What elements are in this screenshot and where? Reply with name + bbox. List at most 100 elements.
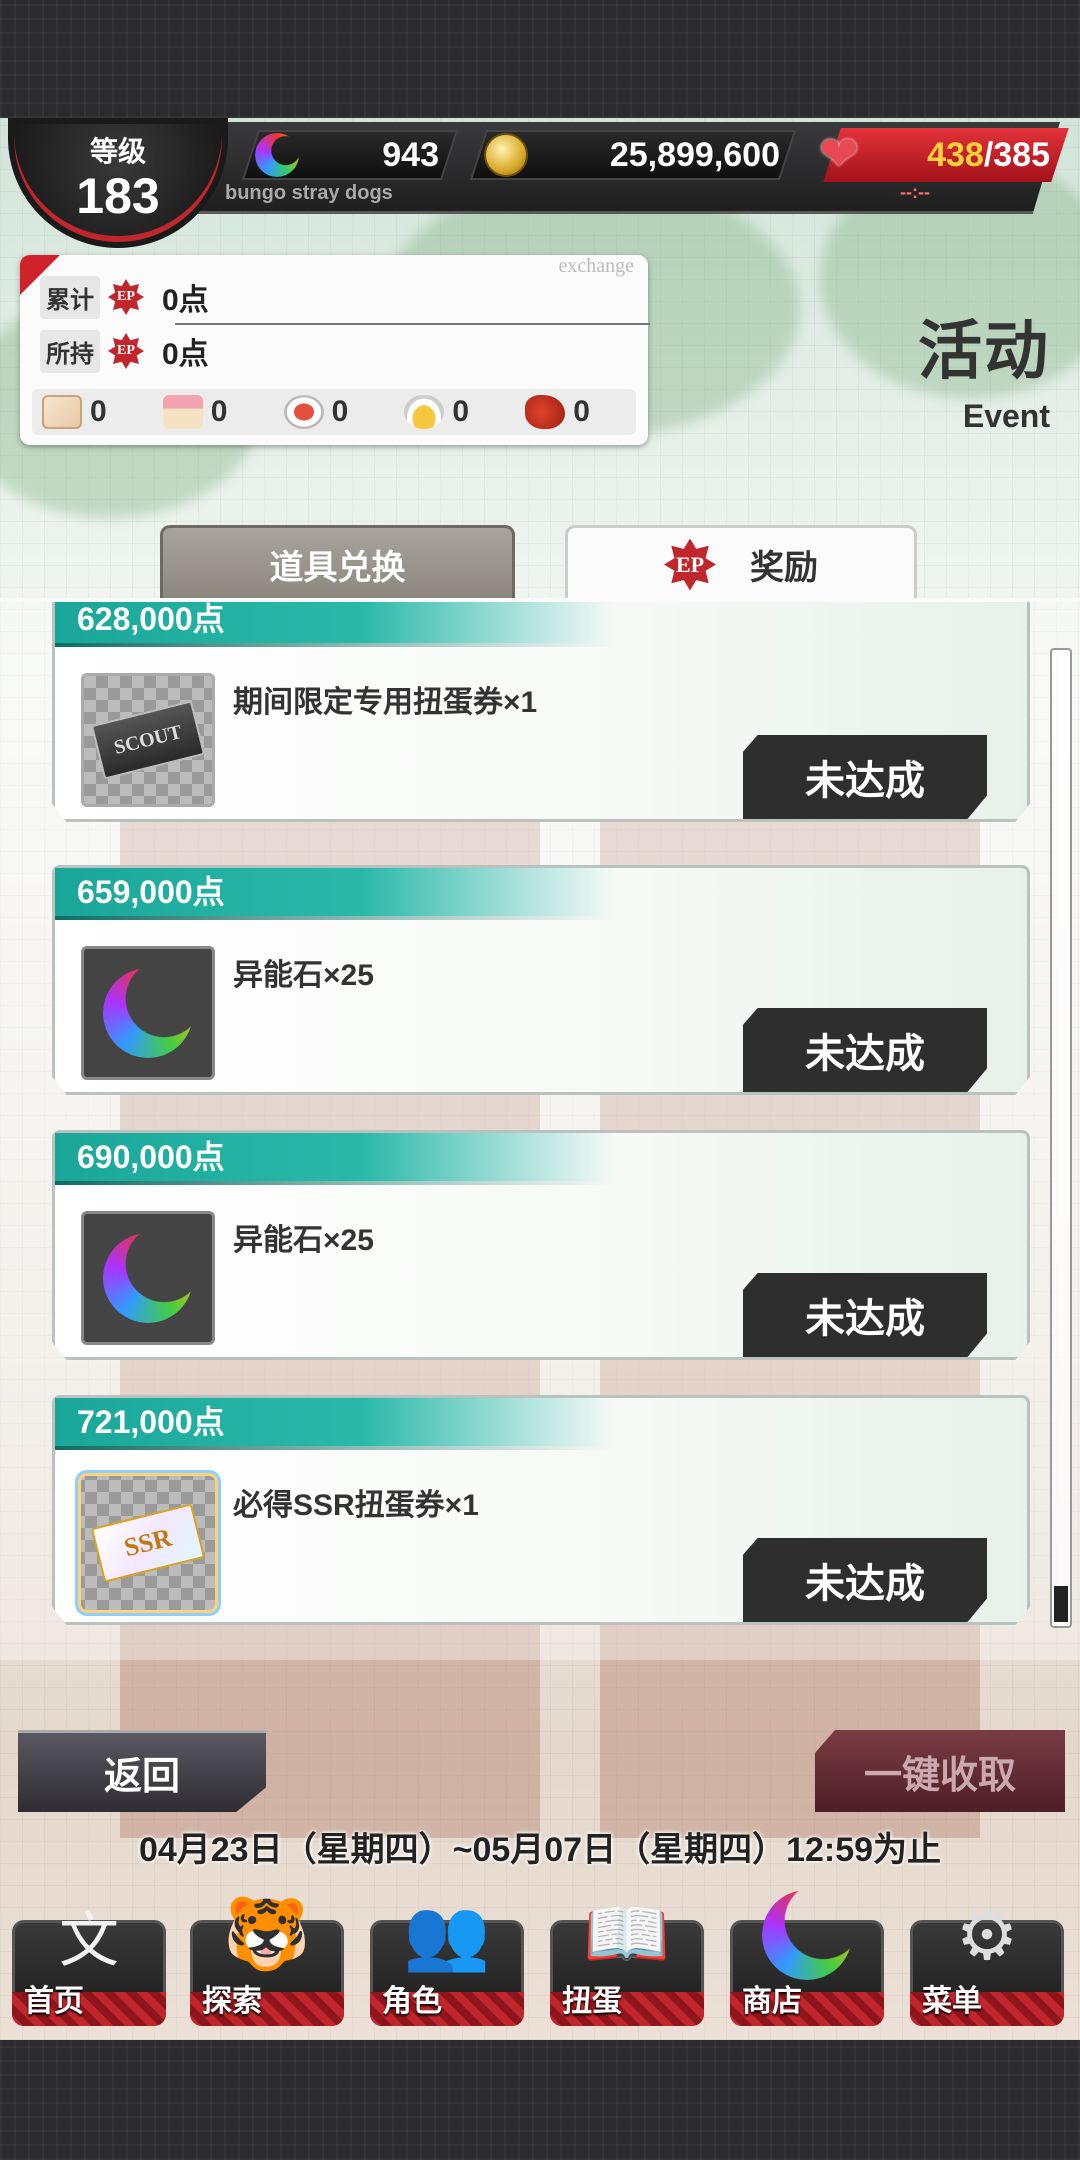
not-achieved-button[interactable]: 未达成 [743,1538,987,1622]
ep-icon: EP [108,333,144,369]
not-achieved-button[interactable]: 未达成 [743,735,987,819]
people-icon: 👥 [403,1895,491,1973]
not-achieved-button[interactable]: 未达成 [743,1273,987,1357]
not-achieved-button[interactable]: 未达成 [743,1008,987,1092]
nav-label: 扭蛋 [562,1985,622,2018]
exchange-label: exchange [558,255,634,277]
reward-points-label: 690,000点 [77,1139,225,1175]
ability-stone-icon[interactable] [81,946,215,1080]
scrollbar[interactable] [1050,648,1072,1628]
bungo-logo-icon: 文 [59,1905,119,1976]
coins-stat[interactable]: 25,899,600 [484,128,784,182]
item-letter: 0 [32,395,153,429]
nav-label: 角色 [382,1985,442,2018]
reward-row: 721,000点 SSR 必得SSR扭蛋券×1 未达成 [52,1395,1030,1625]
total-value: 0点 [162,284,209,317]
reward-item-name: 异能石×25 [233,1224,374,1257]
reward-item-name: 期间限定专用扭蛋券×1 [233,686,538,719]
ssr-ticket-icon[interactable]: SSR [81,1476,215,1610]
nav-shop[interactable]: 商店 [724,1880,890,2030]
gems-stat[interactable]: 943 [255,128,445,182]
event-period: 04月23日（星期四）~05月07日（星期四）12:59为止 [138,1831,942,1869]
list-top-edge [0,598,1080,602]
coin-icon [484,133,528,177]
reward-row: 628,000点 SCOUT 期间限定专用扭蛋券×1 未达成 [52,600,1030,822]
level-label: 等级 [89,136,146,167]
nav-label: 商店 [742,1985,802,2018]
reward-points-label: 659,000点 [77,874,225,910]
bottom-nav: 文 首页 🐯 探索 👥 角色 📖 扭蛋 商店 ⚙ 菜单 [0,1880,1080,2040]
ticket-label: SCOUT [90,700,206,780]
reward-row: 659,000点 异能石×25 未达成 [52,865,1030,1095]
ap-current: 438 [927,135,984,174]
item-count: 0 [331,395,349,428]
item-sushi: 0 [274,395,395,429]
ap-timer: --:-- [900,182,930,202]
nav-gacha[interactable]: 📖 扭蛋 [544,1880,710,2030]
coins-value: 25,899,600 [609,135,780,174]
event-title-en: Event [962,398,1050,434]
reward-points-label: 721,000点 [77,1404,225,1440]
owned-value: 0点 [162,338,209,371]
item-lobster: 0 [515,395,636,429]
nav-explore[interactable]: 🐯 探索 [184,1880,350,2030]
reward-item-name: 异能石×25 [233,959,374,992]
ap-heart-icon: ❤ [818,128,860,181]
reward-points: 659,000点 [55,868,615,920]
collect-all-button[interactable]: 一键收取 [815,1730,1065,1812]
ap-stat[interactable]: 438 /385 [890,128,1050,182]
game-subtitle: bungo stray dogs [225,182,393,204]
reward-points: 721,000点 [55,1398,615,1450]
total-points-row: 累计 EP 0点 [40,273,209,321]
item-count: 0 [90,395,107,428]
ability-stone-icon [255,133,299,177]
nav-home[interactable]: 文 首页 [6,1880,172,2030]
lobster-icon [525,395,566,429]
letter-icon [42,395,82,429]
tab-item-exchange[interactable]: 道具兑换 [160,525,515,601]
event-points-panel: exchange 累计 EP 0点 所持 EP 0点 0 0 0 0 0 [20,255,650,445]
reward-row: 690,000点 异能石×25 未达成 [52,1130,1030,1360]
cake-icon [162,395,203,429]
event-title-cn: 活动 [918,315,1050,387]
scrollbar-thumb[interactable] [1054,1586,1068,1622]
ap-max: /385 [983,135,1050,174]
nav-label: 菜单 [922,1985,982,2018]
reward-points: 690,000点 [55,1133,615,1185]
reward-points: 628,000点 [55,600,615,647]
pineapple-dish-icon [404,395,445,429]
level-value: 183 [76,168,160,224]
gear-icon: ⚙ [955,1896,1019,1974]
tab-reward[interactable]: EP 奖励 [565,525,917,601]
top-letterbox [0,0,1080,118]
item-count: 0 [452,395,470,428]
tab-reward-label: 奖励 [750,549,818,587]
item-pineapple-dish: 0 [394,395,515,429]
ability-stone-icon[interactable] [81,1211,215,1345]
ep-icon: EP [664,538,716,591]
ticket-label: SSR [90,1503,206,1583]
nav-characters[interactable]: 👥 角色 [364,1880,530,2030]
nav-label: 探索 [202,1985,262,2018]
reward-points-label: 628,000点 [77,601,225,637]
event-items-row: 0 0 0 0 0 [32,389,636,435]
gems-value: 943 [382,135,439,174]
ep-icon: EP [108,279,144,315]
item-count: 0 [210,395,228,428]
points-divider [175,323,650,325]
reward-item-name: 必得SSR扭蛋券×1 [233,1489,479,1522]
item-cake: 0 [153,395,274,429]
event-title: 活动 Event [918,300,1050,435]
tiger-icon: 🐯 [223,1895,311,1973]
back-button[interactable]: 返回 [18,1730,266,1812]
total-label: 累计 [40,275,100,319]
scout-ticket-icon[interactable]: SCOUT [81,673,215,807]
owned-label: 所持 [40,329,100,373]
moon-stone-icon [752,1880,862,1990]
book-icon: 📖 [583,1895,671,1973]
nav-menu[interactable]: ⚙ 菜单 [904,1880,1070,2030]
nav-label: 首页 [24,1985,84,2018]
reward-list[interactable]: 628,000点 SCOUT 期间限定专用扭蛋券×1 未达成 659,000点 … [0,600,1080,1660]
owned-points-row: 所持 EP 0点 [40,327,209,375]
sushi-icon [283,395,324,429]
